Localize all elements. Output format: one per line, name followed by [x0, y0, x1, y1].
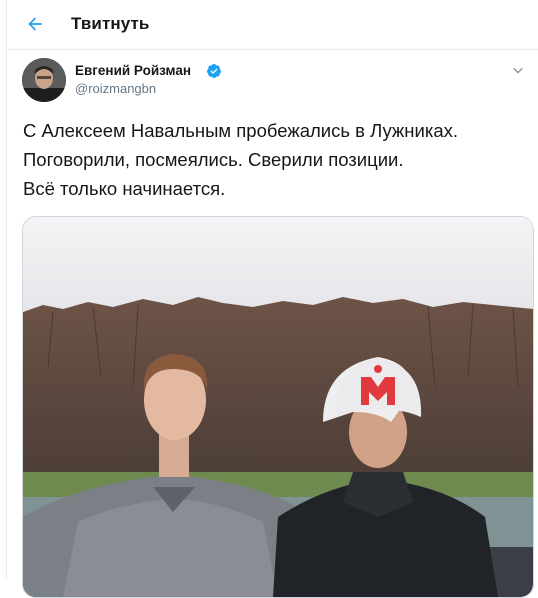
back-button[interactable]: [21, 10, 49, 38]
tweet-text-line: Поговорили, посмеялись. Сверили позиции.: [23, 149, 404, 170]
verified-badge-icon: [206, 64, 221, 78]
tweet-detail-view: Твитнуть Евгений Ройзман @roizmangbn С А…: [6, 0, 538, 598]
header: Твитнуть: [7, 0, 538, 50]
author-handle[interactable]: @roizmangbn: [75, 81, 156, 96]
more-options-button[interactable]: [508, 60, 528, 80]
chevron-down-icon: [513, 67, 523, 74]
arrow-left-icon: [28, 17, 42, 31]
tweet-text-line: С Алексеем Навальным пробежались в Лужни…: [23, 120, 459, 141]
tweet-media-photo[interactable]: [22, 216, 534, 598]
author-row: Евгений Ройзман @roizmangbn: [22, 58, 538, 106]
tweet-text: С Алексеем Навальным пробежались в Лужни…: [23, 116, 528, 203]
author-display-name[interactable]: Евгений Ройзман: [75, 63, 191, 78]
page-title: Твитнуть: [71, 14, 150, 33]
photo-image: [23, 217, 533, 597]
avatar[interactable]: [22, 58, 66, 102]
tweet-text-line: Всё только начинается.: [23, 178, 226, 199]
